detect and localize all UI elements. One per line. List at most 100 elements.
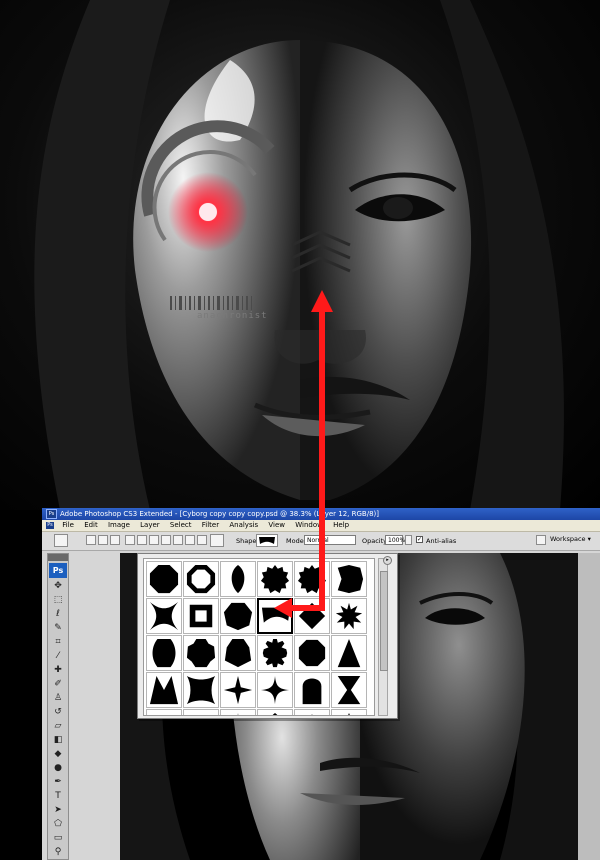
shape-cell-diamond-fold[interactable]	[294, 598, 330, 634]
antialias-label: Anti-alias	[426, 537, 457, 545]
quick-select-tool[interactable]: ✎	[51, 622, 65, 634]
bow-tie-up-icon	[149, 675, 179, 705]
picker-menu-icon[interactable]: ▸	[383, 556, 392, 565]
menu-image[interactable]: Image	[104, 520, 134, 531]
scrollbar-thumb[interactable]	[380, 571, 388, 671]
shape-cell-octagon-outline[interactable]	[183, 561, 219, 597]
paths-button[interactable]	[98, 535, 108, 545]
rounded-rectangle-icon[interactable]	[161, 535, 171, 545]
banner-shape-icon	[259, 537, 275, 544]
shape-cell-triangle[interactable]	[331, 709, 367, 715]
menu-help[interactable]: Help	[329, 520, 353, 531]
slice-tool[interactable]: ⁄	[51, 650, 65, 662]
tools-panel-header[interactable]	[48, 554, 68, 561]
menu-filter[interactable]: Filter	[198, 520, 223, 531]
antialias-checkbox[interactable]: ✓	[416, 536, 423, 543]
shape-cell-concave-square[interactable]	[183, 672, 219, 708]
gear-icon	[262, 638, 288, 668]
line-shape-icon[interactable]	[197, 535, 207, 545]
concave-square-icon	[186, 675, 216, 705]
menu-layer[interactable]: Layer	[136, 520, 164, 531]
menu-view[interactable]: View	[264, 520, 289, 531]
shape-cell-octagon[interactable]	[146, 561, 182, 597]
triangle-icon	[348, 712, 350, 715]
shape-cell-sparkle[interactable]	[257, 672, 293, 708]
ps-badge[interactable]: Ps	[49, 563, 67, 578]
menu-edit[interactable]: Edit	[80, 520, 102, 531]
custom-shape-tool[interactable]: ⬠	[51, 818, 65, 830]
shape-cell-star-sparkle[interactable]	[220, 672, 256, 708]
stamp-tool[interactable]: ♙	[51, 692, 65, 704]
shape-cell-shield[interactable]	[220, 635, 256, 671]
document-icon[interactable]: Ps	[46, 521, 54, 529]
shape-picker-scrollbar[interactable]	[378, 558, 388, 716]
shape-cell-spike-seal[interactable]	[294, 709, 330, 715]
shape-cell-curve[interactable]	[146, 709, 182, 716]
freeform-pen-icon[interactable]	[137, 535, 147, 545]
shape-cell-tombstone[interactable]	[294, 672, 330, 708]
shape-cell-leaf[interactable]	[220, 561, 256, 597]
tool-preset-picker[interactable]	[54, 534, 68, 547]
shape-cell-polygon[interactable]	[220, 598, 256, 634]
gradient-tool[interactable]: ◧	[51, 734, 65, 746]
options-bar: Shape: Mode: Normal Opacity: 100% ✓ Anti…	[42, 532, 600, 551]
mode-select-value: Normal	[307, 537, 329, 544]
dodge-tool[interactable]: ●	[51, 762, 65, 774]
shape-cell-hourglass[interactable]	[331, 672, 367, 708]
polygon-shape-icon[interactable]	[185, 535, 195, 545]
shape-cell-gear[interactable]	[257, 635, 293, 671]
workspace-icon[interactable]	[536, 535, 546, 545]
shape-cell-star4-concave[interactable]	[146, 598, 182, 634]
eyedropper-tool[interactable]: ⚲	[51, 846, 65, 858]
shape-cell-frame-square[interactable]	[183, 598, 219, 634]
shape-cell-spike-seal[interactable]	[331, 598, 367, 634]
curve-icon	[149, 712, 179, 716]
shape-cell-seal[interactable]	[294, 561, 330, 597]
shape-cell-dome[interactable]	[183, 709, 219, 715]
eraser-tool[interactable]: ▱	[51, 720, 65, 732]
shape-cell-seal[interactable]	[257, 561, 293, 597]
opacity-field[interactable]: 100%	[385, 535, 406, 545]
badge-icon	[337, 564, 364, 594]
crop-tool[interactable]: ⌗	[51, 636, 65, 648]
opacity-dropdown-icon[interactable]	[405, 535, 412, 545]
menu-select[interactable]: Select	[166, 520, 196, 531]
shape-cell-cross-octagon[interactable]	[294, 635, 330, 671]
type-tool[interactable]: T	[51, 790, 65, 802]
shape-cell-leaf[interactable]	[257, 709, 293, 715]
menu-window[interactable]: Window	[291, 520, 327, 531]
brush-tool[interactable]: ✐	[51, 678, 65, 690]
shape-cell-badge[interactable]	[331, 561, 367, 597]
rectangle-shape-icon[interactable]	[149, 535, 159, 545]
notes-tool[interactable]: ▭	[51, 832, 65, 844]
menu-file[interactable]: File	[58, 520, 78, 531]
fill-pixels-button[interactable]	[110, 535, 120, 545]
shape-layers-button[interactable]	[86, 535, 96, 545]
shape-cell-sparkle[interactable]	[220, 709, 256, 715]
workspace-button[interactable]: Workspace ▾	[550, 535, 591, 543]
path-select-tool[interactable]: ➤	[51, 804, 65, 816]
menu-analysis[interactable]: Analysis	[225, 520, 262, 531]
opacity-value: 100%	[388, 537, 406, 544]
marquee-tool[interactable]: ⬚	[51, 594, 65, 606]
shape-picker-swatch[interactable]	[256, 534, 278, 547]
lasso-tool[interactable]: ℓ	[51, 608, 65, 620]
pen-icon[interactable]	[125, 535, 135, 545]
healing-tool[interactable]: ✚	[51, 664, 65, 676]
move-tool[interactable]: ✥	[51, 580, 65, 592]
tombstone-icon	[302, 678, 322, 705]
shape-cell-barrel[interactable]	[146, 635, 182, 671]
menu-bar: Ps File Edit Image Layer Select Filter A…	[42, 520, 600, 532]
tools-panel: Ps ✥⬚ℓ✎⌗⁄✚✐♙↺▱◧◆●✒T➤⬠▭⚲✋⚲	[47, 553, 69, 860]
history-brush-tool[interactable]: ↺	[51, 706, 65, 718]
shape-cell-triangle[interactable]	[331, 635, 367, 671]
pen-tool[interactable]: ✒	[51, 776, 65, 788]
shape-cell-banner-selected[interactable]	[257, 598, 293, 634]
mode-select[interactable]: Normal	[304, 535, 356, 545]
blur-tool[interactable]: ◆	[51, 748, 65, 760]
shape-cell-flower-octagon[interactable]	[183, 635, 219, 671]
custom-shape-icon[interactable]	[210, 534, 224, 547]
ellipse-shape-icon[interactable]	[173, 535, 183, 545]
title-bar: Ps Adobe Photoshop CS3 Extended - [Cyborg…	[42, 508, 600, 520]
shape-cell-bow-tie-up[interactable]	[146, 672, 182, 708]
